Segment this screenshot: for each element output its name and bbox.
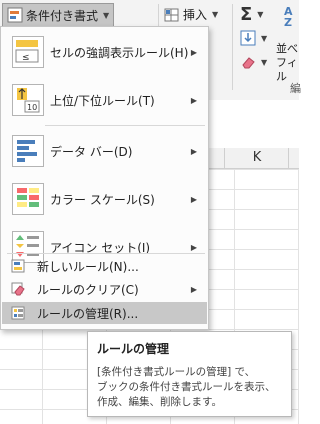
- editing-group-label: 編: [290, 82, 301, 95]
- menu-separator: [45, 125, 205, 126]
- conditional-formatting-menu: ≤ セルの強調表示ルール(H) ▶ 10 上位/下位ルール(T) ▶ データ バ…: [0, 26, 209, 330]
- chevron-right-icon: ▶: [190, 146, 197, 156]
- svg-text:10: 10: [27, 103, 37, 112]
- highlight-cells-icon: ≤: [12, 36, 44, 68]
- chevron-right-icon: ▶: [190, 242, 197, 252]
- insert-label: 挿入: [183, 8, 208, 22]
- chevron-down-icon: ▼: [212, 10, 219, 19]
- tooltip-line: ブックの条件付き書式ルールを表示、: [97, 381, 276, 393]
- menu-item-label: ルールのクリア(C): [37, 282, 139, 297]
- menu-item-highlight-cells-rules[interactable]: ≤ セルの強調表示ルール(H) ▶: [2, 28, 207, 76]
- menu-item-new-rule[interactable]: 新しいルール(N)...: [2, 255, 207, 277]
- clear-button[interactable]: ▼: [240, 54, 267, 70]
- menu-separator: [7, 253, 205, 254]
- ribbon-group-label: 編: [290, 80, 301, 96]
- fill-down-icon: [240, 30, 256, 46]
- chevron-right-icon: ▶: [190, 47, 197, 57]
- manage-rules-tooltip: ルールの管理 [条件付き書式ルールの管理] で、 ブックの条件付き書式ルールを表…: [87, 331, 292, 417]
- menu-item-data-bars[interactable]: データ バー(D) ▶: [2, 127, 207, 175]
- menu-item-top-bottom-rules[interactable]: 10 上位/下位ルール(T) ▶: [2, 76, 207, 124]
- menu-item-clear-rules[interactable]: ルールのクリア(C) ▶: [2, 278, 207, 300]
- chevron-down-icon: ▼: [103, 10, 110, 20]
- menu-item-color-scales[interactable]: カラー スケール(S) ▶: [2, 175, 207, 223]
- chevron-down-icon: ▼: [261, 33, 268, 43]
- clear-rules-icon: [11, 282, 25, 296]
- tooltip-line: 作成、編集、削除します。: [97, 396, 222, 408]
- conditional-formatting-icon: [7, 7, 23, 23]
- menu-item-label: カラー スケール(S): [50, 192, 155, 207]
- conditional-formatting-label: 条件付き書式: [26, 8, 99, 23]
- chevron-right-icon: ▶: [190, 284, 197, 294]
- conditional-formatting-button[interactable]: 条件付き書式 ▼: [2, 3, 115, 27]
- fill-button[interactable]: ▼: [240, 30, 267, 46]
- column-header-k[interactable]: K: [224, 148, 289, 168]
- chevron-down-icon: ▼: [261, 57, 268, 67]
- sort-filter-label[interactable]: 並べ フィル: [276, 42, 299, 84]
- menu-item-label: ルールの管理(R)...: [37, 306, 139, 321]
- autosum-button[interactable]: Σ ▼: [240, 4, 263, 25]
- sort-filter-label-line1: 並べ: [276, 42, 298, 55]
- tooltip-body: [条件付き書式ルールの管理] で、 ブックの条件付き書式ルールを表示、 作成、編…: [97, 365, 282, 410]
- manage-rules-icon: [11, 306, 25, 320]
- insert-button[interactable]: 挿入 ▼: [164, 6, 218, 23]
- data-bars-icon: [12, 135, 44, 167]
- svg-text:≤: ≤: [22, 53, 30, 63]
- sigma-icon: Σ: [240, 4, 253, 25]
- chevron-right-icon: ▶: [190, 194, 197, 204]
- ribbon-separator: [232, 4, 233, 90]
- menu-item-label: データ バー(D): [50, 144, 133, 159]
- menu-item-manage-rules[interactable]: ルールの管理(R)...: [2, 302, 207, 324]
- chevron-down-icon: ▼: [257, 10, 264, 19]
- top-bottom-icon: 10: [12, 84, 44, 116]
- menu-item-label: セルの強調表示ルール(H): [50, 45, 189, 60]
- tooltip-title: ルールの管理: [97, 342, 170, 356]
- sort-filter-button[interactable]: AZ: [284, 6, 293, 28]
- tooltip-line: [条件付き書式ルールの管理] で、: [97, 366, 256, 378]
- eraser-icon: [240, 54, 256, 70]
- column-header-l[interactable]: [288, 148, 300, 168]
- menu-item-label: 上位/下位ルール(T): [50, 93, 155, 108]
- menu-item-label: 新しいルール(N)...: [37, 259, 139, 274]
- sort-az-icon: AZ: [284, 5, 293, 29]
- new-rule-icon: [11, 259, 25, 273]
- color-scales-icon: [12, 183, 44, 215]
- chevron-right-icon: ▶: [190, 95, 197, 105]
- insert-cells-icon: [164, 7, 180, 23]
